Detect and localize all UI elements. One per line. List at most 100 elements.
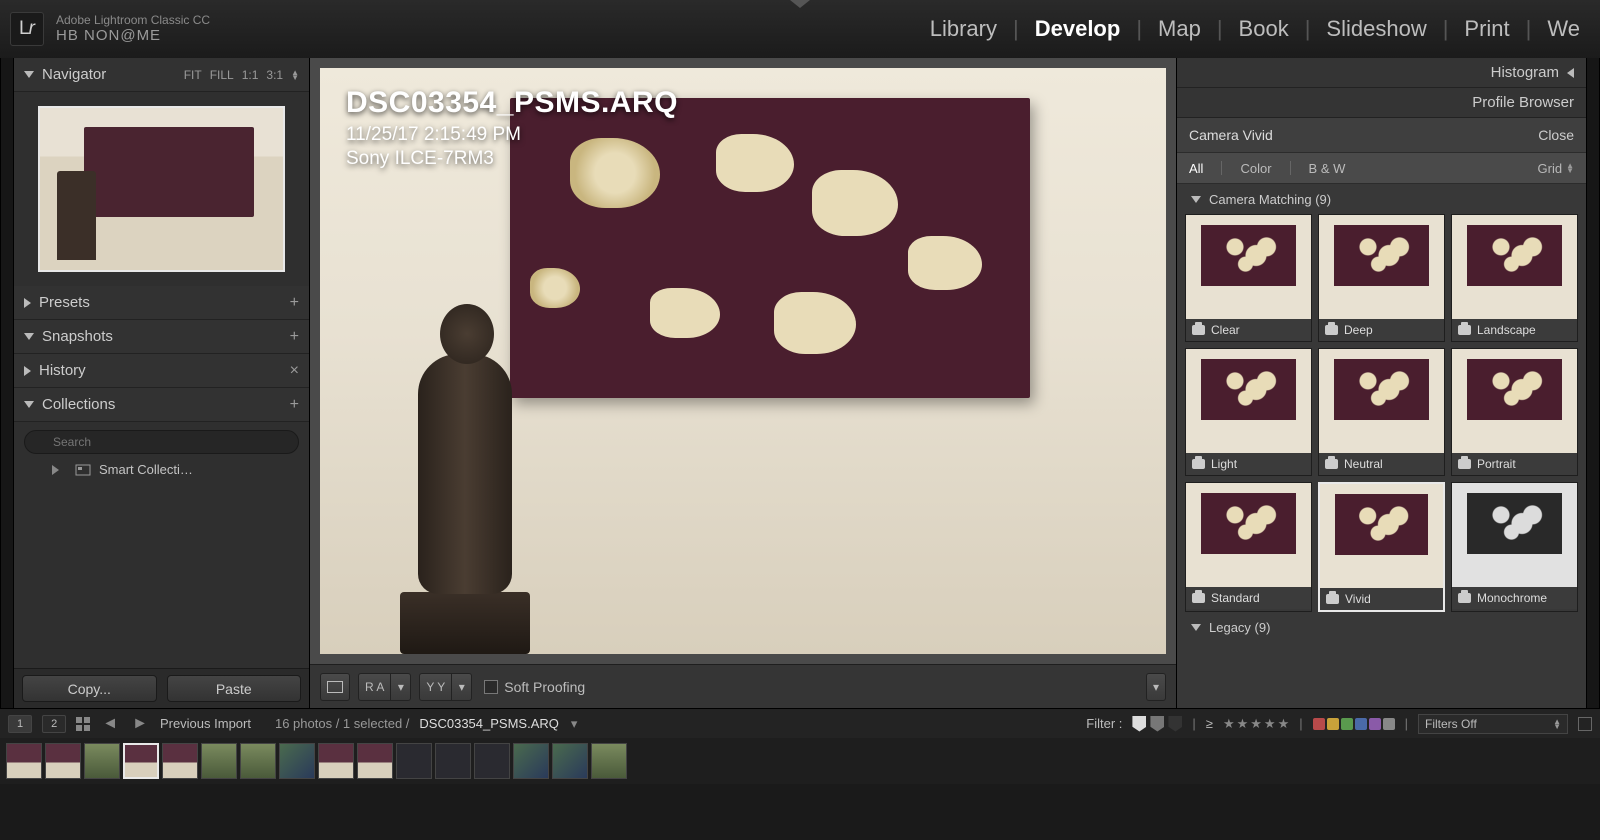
- nav-next-icon[interactable]: ►: [130, 715, 150, 733]
- smart-collections-row[interactable]: Smart Collecti…: [24, 454, 299, 477]
- module-develop[interactable]: Develop: [1029, 16, 1127, 42]
- profile-group-legacy[interactable]: Legacy (9): [1183, 612, 1580, 642]
- profile-light[interactable]: Light: [1185, 348, 1312, 476]
- nav-zoom-3-1[interactable]: 3:1: [266, 68, 283, 82]
- soft-proofing-checkbox[interactable]: [484, 680, 498, 694]
- flag-rejected-icon[interactable]: [1168, 716, 1182, 732]
- nav-prev-icon[interactable]: ◄: [100, 715, 120, 733]
- profile-close-button[interactable]: Close: [1538, 127, 1574, 143]
- product-name: Adobe Lightroom Classic CC HB NON@ME: [56, 13, 210, 45]
- filters-off-dropdown[interactable]: Filters Off▲▼: [1418, 714, 1568, 734]
- chevron-down-icon: [1191, 624, 1201, 631]
- filmstrip-thumb[interactable]: [45, 743, 81, 779]
- collection-icon: [75, 464, 91, 476]
- label-filter-purple[interactable]: [1369, 718, 1381, 730]
- collections-add-button[interactable]: +: [290, 396, 299, 414]
- profile-vivid[interactable]: Vivid: [1318, 482, 1445, 612]
- filmstrip-thumb[interactable]: [591, 743, 627, 779]
- nav-zoom-fill[interactable]: FILL: [210, 68, 234, 82]
- label-filter-grey[interactable]: [1383, 718, 1395, 730]
- filmstrip-thumb[interactable]: [357, 743, 393, 779]
- filmstrip-thumb[interactable]: [435, 743, 471, 779]
- filmstrip-thumb[interactable]: [552, 743, 588, 779]
- image-viewer[interactable]: DSC03354_PSMS.ARQ 11/25/17 2:15:49 PM So…: [310, 58, 1176, 664]
- filmstrip-thumb[interactable]: [396, 743, 432, 779]
- before-after-yy-menu[interactable]: ▾: [452, 673, 472, 701]
- filmstrip[interactable]: [0, 738, 1600, 784]
- filmstrip-thumb[interactable]: [279, 743, 315, 779]
- before-after-yy-button[interactable]: Y Y: [419, 673, 452, 701]
- history-header[interactable]: History ×: [14, 354, 309, 388]
- top-panel-handle-icon[interactable]: [790, 0, 810, 8]
- filmstrip-thumb[interactable]: [201, 743, 237, 779]
- chevron-right-icon: [24, 298, 31, 308]
- navigator-header[interactable]: Navigator FIT FILL 1:1 3:1 ▲▼: [14, 58, 309, 92]
- profile-monochrome[interactable]: Monochrome: [1451, 482, 1578, 612]
- secondary-display-1[interactable]: 1: [8, 715, 32, 733]
- grid-view-icon[interactable]: [76, 717, 90, 731]
- current-file-label[interactable]: DSC03354_PSMS.ARQ: [419, 716, 558, 731]
- presets-header[interactable]: Presets +: [14, 286, 309, 320]
- loupe-view-button[interactable]: [320, 673, 350, 701]
- module-print[interactable]: Print: [1458, 16, 1515, 42]
- filmstrip-thumb[interactable]: [513, 743, 549, 779]
- profile-view-stepper-icon[interactable]: ▲▼: [1566, 163, 1574, 173]
- file-menu-icon[interactable]: ▾: [571, 716, 578, 732]
- module-map[interactable]: Map: [1152, 16, 1207, 42]
- paste-button[interactable]: Paste: [167, 675, 302, 702]
- navigator-title: Navigator: [42, 66, 106, 83]
- filmstrip-thumb[interactable]: [162, 743, 198, 779]
- profile-browser-header[interactable]: Profile Browser: [1177, 88, 1586, 118]
- profile-clear[interactable]: Clear: [1185, 214, 1312, 342]
- filmstrip-thumb[interactable]: [240, 743, 276, 779]
- history-clear-button[interactable]: ×: [290, 362, 299, 380]
- before-after-ra-button[interactable]: R A: [358, 673, 391, 701]
- left-edge-handle[interactable]: [0, 58, 14, 708]
- chevron-right-icon: [52, 465, 59, 475]
- rating-comparator[interactable]: ≥: [1206, 716, 1213, 731]
- right-edge-handle[interactable]: [1586, 58, 1600, 708]
- nav-zoom-fit[interactable]: FIT: [184, 68, 202, 82]
- profile-deep[interactable]: Deep: [1318, 214, 1445, 342]
- label-filter-yellow[interactable]: [1327, 718, 1339, 730]
- label-filter-green[interactable]: [1341, 718, 1353, 730]
- rating-filter[interactable]: ★★★★★: [1223, 716, 1289, 732]
- filmstrip-thumb[interactable]: [84, 743, 120, 779]
- source-label[interactable]: Previous Import: [160, 716, 251, 731]
- profile-filter-all[interactable]: All: [1189, 161, 1203, 176]
- profile-neutral[interactable]: Neutral: [1318, 348, 1445, 476]
- profile-portrait[interactable]: Portrait: [1451, 348, 1578, 476]
- filmstrip-thumb[interactable]: [318, 743, 354, 779]
- copy-button[interactable]: Copy...: [22, 675, 157, 702]
- profile-landscape[interactable]: Landscape: [1451, 214, 1578, 342]
- presets-add-button[interactable]: +: [290, 294, 299, 312]
- module-library[interactable]: Library: [924, 16, 1003, 42]
- filter-lock-icon[interactable]: [1578, 717, 1592, 731]
- nav-zoom-1-1[interactable]: 1:1: [242, 68, 259, 82]
- profile-group-camera-matching[interactable]: Camera Matching (9): [1183, 184, 1580, 214]
- before-after-ra-menu[interactable]: ▾: [391, 673, 411, 701]
- module-book[interactable]: Book: [1233, 16, 1295, 42]
- navigator-thumbnail[interactable]: [38, 106, 285, 272]
- collections-header[interactable]: Collections +: [14, 388, 309, 422]
- profile-filter-color[interactable]: Color: [1240, 161, 1271, 176]
- filmstrip-thumb[interactable]: [123, 743, 159, 779]
- profile-standard[interactable]: Standard: [1185, 482, 1312, 612]
- zoom-stepper-icon[interactable]: ▲▼: [291, 70, 299, 80]
- collections-search-input[interactable]: [24, 430, 299, 454]
- filmstrip-thumb[interactable]: [6, 743, 42, 779]
- secondary-display-2[interactable]: 2: [42, 715, 66, 733]
- flag-picked-icon[interactable]: [1132, 716, 1146, 732]
- label-filter-red[interactable]: [1313, 718, 1325, 730]
- label-filter-blue[interactable]: [1355, 718, 1367, 730]
- module-web[interactable]: We: [1541, 16, 1586, 42]
- histogram-header[interactable]: Histogram: [1177, 58, 1586, 88]
- filmstrip-thumb[interactable]: [474, 743, 510, 779]
- flag-unflagged-icon[interactable]: [1150, 716, 1164, 732]
- snapshots-header[interactable]: Snapshots +: [14, 320, 309, 354]
- profile-view-grid[interactable]: Grid: [1538, 161, 1563, 176]
- toolbar-menu-button[interactable]: ▾: [1146, 673, 1166, 701]
- snapshots-add-button[interactable]: +: [290, 328, 299, 346]
- profile-filter-bw[interactable]: B & W: [1309, 161, 1346, 176]
- module-slideshow[interactable]: Slideshow: [1320, 16, 1432, 42]
